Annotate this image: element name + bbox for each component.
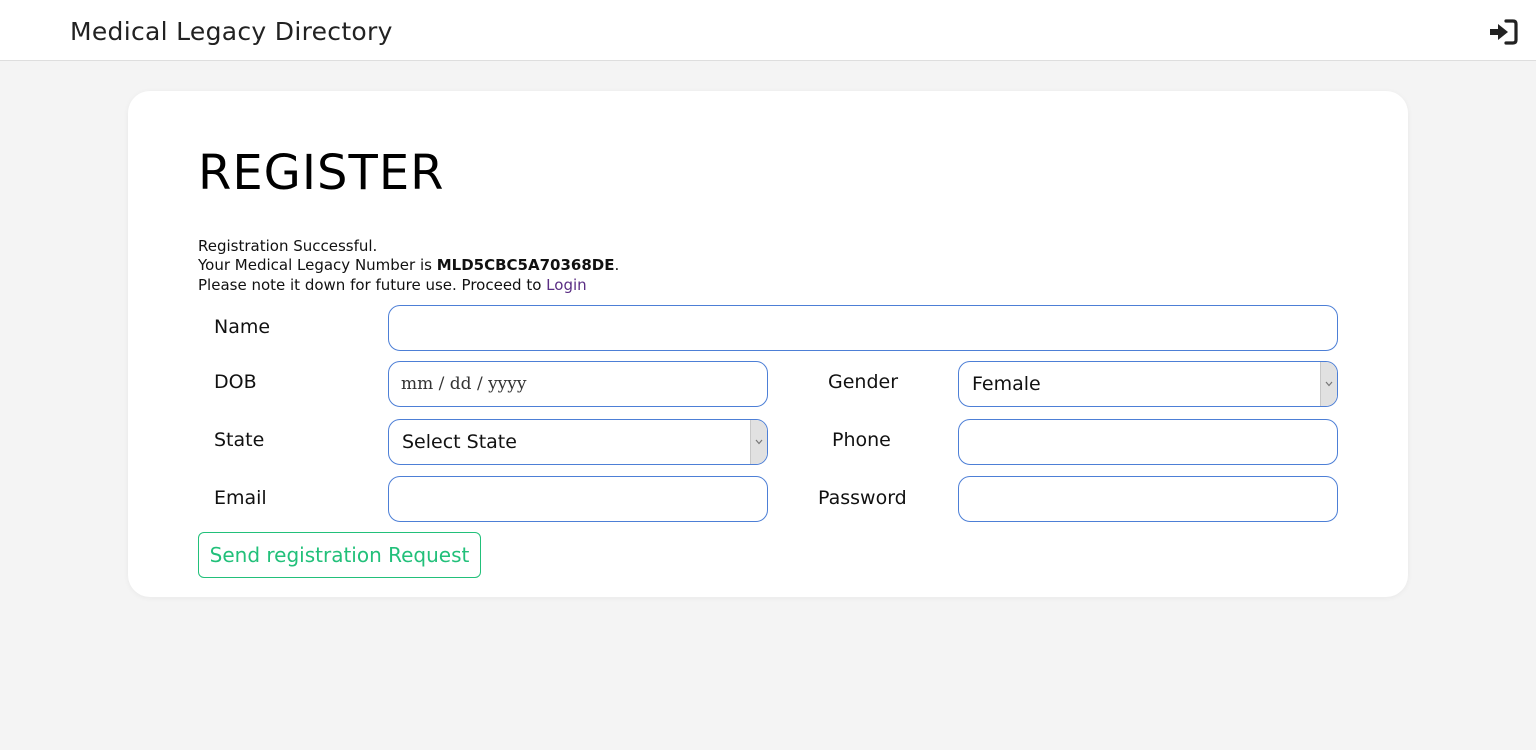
gender-select[interactable]: Female bbox=[958, 361, 1338, 407]
phone-label: Phone bbox=[832, 429, 891, 451]
gender-selected-value: Female bbox=[972, 373, 1041, 395]
page-title: REGISTER bbox=[198, 145, 445, 201]
chevron-down-icon[interactable] bbox=[1320, 362, 1337, 406]
email-input[interactable] bbox=[389, 477, 767, 521]
dob-placeholder: mm / dd / yyyy bbox=[401, 374, 527, 394]
legacy-number-message: Your Medical Legacy Number is MLD5CBC5A7… bbox=[198, 256, 619, 275]
name-label: Name bbox=[214, 316, 271, 338]
top-navbar: Medical Legacy Directory bbox=[0, 0, 1536, 61]
sign-in-icon[interactable] bbox=[1488, 19, 1518, 45]
legacy-number: MLD5CBC5A70368DE bbox=[436, 256, 615, 274]
email-field-box bbox=[388, 476, 768, 522]
email-label: Email bbox=[214, 487, 267, 509]
success-message: Registration Successful. bbox=[198, 237, 378, 255]
name-input[interactable] bbox=[389, 306, 1337, 350]
phone-input[interactable] bbox=[959, 420, 1337, 464]
state-selected-value: Select State bbox=[402, 431, 517, 453]
chevron-down-icon[interactable] bbox=[750, 420, 767, 464]
brand-title[interactable]: Medical Legacy Directory bbox=[70, 17, 393, 46]
state-select[interactable]: Select State bbox=[388, 419, 768, 465]
password-label: Password bbox=[818, 487, 907, 509]
name-field-box bbox=[388, 305, 1338, 351]
login-link[interactable]: Login bbox=[546, 276, 586, 294]
gender-label: Gender bbox=[828, 371, 899, 393]
password-input[interactable] bbox=[959, 477, 1337, 521]
password-field-box bbox=[958, 476, 1338, 522]
state-label: State bbox=[214, 429, 265, 451]
legacy-number-prefix: Your Medical Legacy Number is bbox=[198, 256, 437, 274]
proceed-text: Please note it down for future use. Proc… bbox=[198, 276, 547, 294]
proceed-message: Please note it down for future use. Proc… bbox=[198, 276, 587, 295]
dob-input[interactable]: mm / dd / yyyy bbox=[388, 361, 768, 407]
legacy-number-suffix: . bbox=[614, 256, 620, 274]
send-registration-button[interactable]: Send registration Request bbox=[198, 532, 481, 578]
dob-label: DOB bbox=[214, 371, 257, 393]
phone-field-box bbox=[958, 419, 1338, 465]
